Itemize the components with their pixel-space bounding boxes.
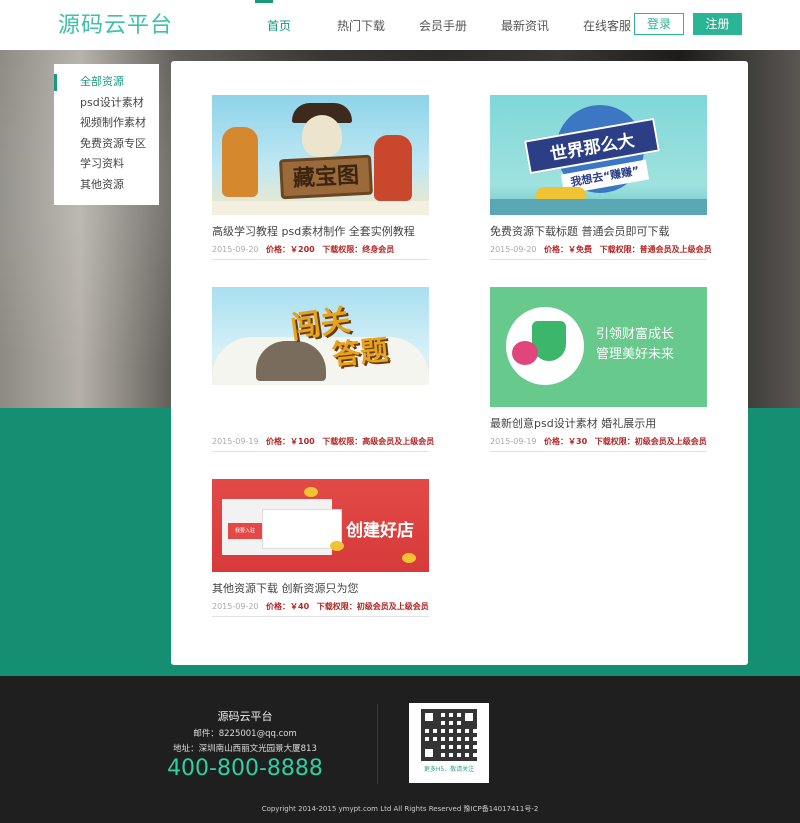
card-permission: 下载权限：高级会员及上级会员 [322,437,435,446]
main-nav: 首页 热门下载 会员手册 最新资讯 在线客服 [238,0,648,50]
money-bag-icon [512,341,538,365]
qr-code-box: 更多H5、敬请关注 [409,703,489,783]
resource-card[interactable]: 我要入驻 创建好店 其他资源下载 创新资源只为您 2015-09-20 价格：￥… [212,479,429,617]
slogan-line-2: 管理美好未来 [596,347,675,362]
ground-strip [212,201,429,215]
card-price: 价格：￥30 [544,437,588,446]
sidebar-item-free[interactable]: 免费资源专区 [54,134,159,155]
resource-panel: 藏宝图 高级学习教程 psd素材制作 全套实例教程 2015-09-20 价格：… [171,61,748,665]
card-meta: 2015-09-20 价格：￥40 下载权限：初级会员及上级会员 [212,600,429,617]
card-thumbnail-pirate[interactable]: 藏宝图 [212,95,429,215]
sidebar-item-video[interactable]: 视频制作素材 [54,113,159,134]
card-title[interactable]: 最新创意psd设计素材 婚礼展示用 [490,417,707,431]
card-thumbnail-shop[interactable]: 我要入驻 创建好店 [212,479,429,572]
card-permission: 下载权限：普通会员及上级会员 [599,245,712,254]
coin-icon [304,487,318,497]
card-permission: 下载权限：终身会员 [322,245,395,254]
nav-latest-news[interactable]: 最新资讯 [484,0,566,50]
sidebar-item-all[interactable]: 全部资源 [54,72,159,93]
skull-icon [302,115,342,157]
nav-member-manual[interactable]: 会员手册 [402,0,484,50]
finance-slogan: 引领财富成长 管理美好未来 [596,325,696,365]
resource-card[interactable]: 闯关 答题 2015-09-19 价格：￥100 下载权限：高级会员及上级会员 [212,287,434,452]
card-price: 价格：￥40 [266,602,310,611]
card-title[interactable] [212,395,429,431]
mountain-strip [490,199,707,215]
qr-finder [461,709,477,725]
card-permission: 下载权限：初级会员及上级会员 [316,602,429,611]
footer-divider [377,704,378,784]
sidebar-item-psd[interactable]: psd设计素材 [54,93,159,114]
resource-card[interactable]: 引领财富成长 管理美好未来 最新创意psd设计素材 婚礼展示用 2015-09-… [490,287,707,452]
card-thumbnail-finance[interactable]: 引领财富成长 管理美好未来 [490,287,707,407]
card-date: 2015-09-19 [212,437,259,446]
footer-email: 邮件：8225001@qq.com [193,729,297,739]
login-button[interactable]: 登录 [634,13,684,35]
card-thumbnail-quiz[interactable]: 闯关 答题 [212,287,429,385]
qr-finder [421,745,437,761]
card-date: 2015-09-20 [212,602,259,611]
card-price: 价格：￥免费 [544,245,593,254]
qr-code-icon [421,709,477,761]
card-meta: 2015-09-20 价格：￥200 下载权限：终身会员 [212,243,429,260]
logo-text: 源码云平台 [58,13,174,38]
qr-finder [421,709,437,725]
resource-card[interactable]: 世界那么大 我想去“赚赚” 免费资源下载标题 普通会员即可下载 2015-09-… [490,95,712,260]
card-title[interactable]: 免费资源下载标题 普通会员即可下载 [490,225,707,239]
card-thumbnail-world[interactable]: 世界那么大 我想去“赚赚” [490,95,707,215]
card-meta: 2015-09-20 价格：￥免费 下载权限：普通会员及上级会员 [490,243,712,260]
nav-home[interactable]: 首页 [238,0,320,50]
site-header: 源码云平台 首页 热门下载 会员手册 最新资讯 在线客服 登录 注册 [0,0,800,50]
footer-company-name: 源码云平台 [217,710,273,723]
card-title[interactable]: 高级学习教程 psd素材制作 全套实例教程 [212,225,429,239]
footer-copyright: Copyright 2014-2015 ymypt.com Ltd All Ri… [261,805,539,813]
card-price: 价格：￥100 [266,437,315,446]
shop-headline: 创建好店 [346,521,414,541]
card-title[interactable]: 其他资源下载 创新资源只为您 [212,582,429,596]
quiz-title-2: 答题 [330,333,390,372]
site-logo[interactable]: 源码云平台 [58,8,173,38]
card-price: 价格：￥200 [266,245,315,254]
qr-caption: 更多H5、敬请关注 [423,766,475,773]
shop-join-button: 我要入驻 [228,523,262,539]
card-meta: 2015-09-19 价格：￥100 下载权限：高级会员及上级会员 [212,435,434,452]
card-date: 2015-09-19 [490,437,537,446]
coin-icon [330,541,344,551]
card-permission: 下载权限：初级会员及上级会员 [594,437,707,446]
card-date: 2015-09-20 [490,245,537,254]
sidebar-item-study[interactable]: 学习资料 [54,154,159,175]
slogan-line-1: 引领财富成长 [596,327,675,342]
pirate-figure [222,127,258,197]
category-sidebar: 全部资源 psd设计素材 视频制作素材 免费资源专区 学习资料 其他资源 [54,64,159,205]
card-meta: 2015-09-19 价格：￥30 下载权限：初级会员及上级会员 [490,435,707,452]
site-footer: 源码云平台 邮件：8225001@qq.com 地址：深圳南山西丽文光园景大厦8… [0,676,800,823]
coin-icon [402,553,416,563]
footer-phone: 400-800-8888 [167,756,323,781]
resource-card[interactable]: 藏宝图 高级学习教程 psd素材制作 全套实例教程 2015-09-20 价格：… [212,95,429,260]
treasure-map-sign: 藏宝图 [279,154,373,200]
nav-hot-downloads[interactable]: 热门下载 [320,0,402,50]
card-date: 2015-09-20 [212,245,259,254]
sidebar-item-other[interactable]: 其他资源 [54,175,159,196]
register-button[interactable]: 注册 [693,13,742,35]
footer-address: 地址：深圳南山西丽文光园景大厦813 [173,744,317,754]
pirate-figure [374,135,412,201]
